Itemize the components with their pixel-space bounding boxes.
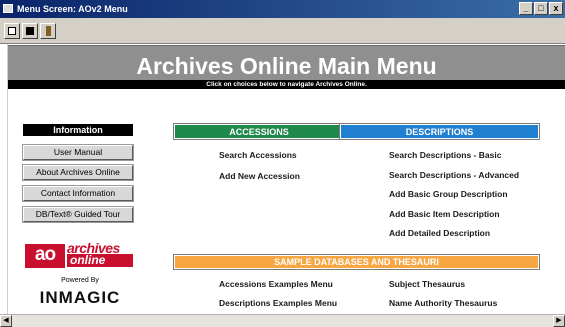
- page-subtitle: Click on choices below to navigate Archi…: [8, 80, 565, 89]
- add-basic-item-description-link[interactable]: Add Basic Item Description: [389, 209, 500, 219]
- toolbar: [0, 18, 565, 44]
- contact-information-button[interactable]: Contact Information: [22, 185, 134, 202]
- accessions-examples-menu-link[interactable]: Accessions Examples Menu: [219, 279, 333, 289]
- descriptions-examples-menu-link[interactable]: Descriptions Examples Menu: [219, 298, 337, 308]
- search-descriptions-advanced-link[interactable]: Search Descriptions - Advanced: [389, 170, 519, 180]
- scroll-right-icon[interactable]: ▶: [553, 315, 565, 327]
- horizontal-scrollbar[interactable]: ◀ ▶: [0, 314, 565, 327]
- add-detailed-description-link[interactable]: Add Detailed Description: [389, 228, 490, 238]
- user-manual-button[interactable]: User Manual: [22, 144, 134, 161]
- subject-thesaurus-link[interactable]: Subject Thesaurus: [389, 279, 465, 289]
- archives-online-logo: ao archives online: [23, 240, 135, 270]
- sample-databases-header: SAMPLE DATABASES AND THESAURI: [173, 254, 540, 270]
- information-header: Information: [23, 124, 133, 136]
- guided-tour-button[interactable]: DB/Text® Guided Tour: [22, 206, 134, 223]
- minimize-button[interactable]: _: [519, 2, 533, 15]
- powered-by-label: Powered By: [61, 277, 99, 284]
- toolbar-view-icon[interactable]: [4, 23, 20, 39]
- toolbar-window-icon[interactable]: [22, 23, 38, 39]
- window-menu-icon[interactable]: [3, 4, 13, 13]
- about-archives-online-button[interactable]: About Archives Online: [22, 164, 134, 181]
- search-descriptions-basic-link[interactable]: Search Descriptions - Basic: [389, 150, 501, 160]
- search-accessions-link[interactable]: Search Accessions: [219, 150, 297, 160]
- window-titlebar: Menu Screen: AOv2 Menu _ □ x: [0, 0, 565, 18]
- left-margin: [0, 44, 8, 314]
- toolbar-door-icon[interactable]: [40, 23, 56, 39]
- accessions-header: ACCESSIONS: [173, 123, 345, 140]
- name-authority-thesaurus-link[interactable]: Name Authority Thesaurus: [389, 298, 497, 308]
- maximize-button[interactable]: □: [534, 2, 548, 15]
- close-button[interactable]: x: [549, 2, 563, 15]
- scroll-left-icon[interactable]: ◀: [0, 315, 12, 327]
- add-basic-group-description-link[interactable]: Add Basic Group Description: [389, 189, 508, 199]
- inmagic-logo: INMAGIC: [39, 288, 121, 307]
- descriptions-header: DESCRIPTIONS: [339, 123, 540, 140]
- window-title: Menu Screen: AOv2 Menu: [17, 4, 128, 14]
- add-new-accession-link[interactable]: Add New Accession: [219, 171, 300, 181]
- logo-text-line2: online: [67, 254, 133, 267]
- logo-mark: ao: [25, 244, 65, 268]
